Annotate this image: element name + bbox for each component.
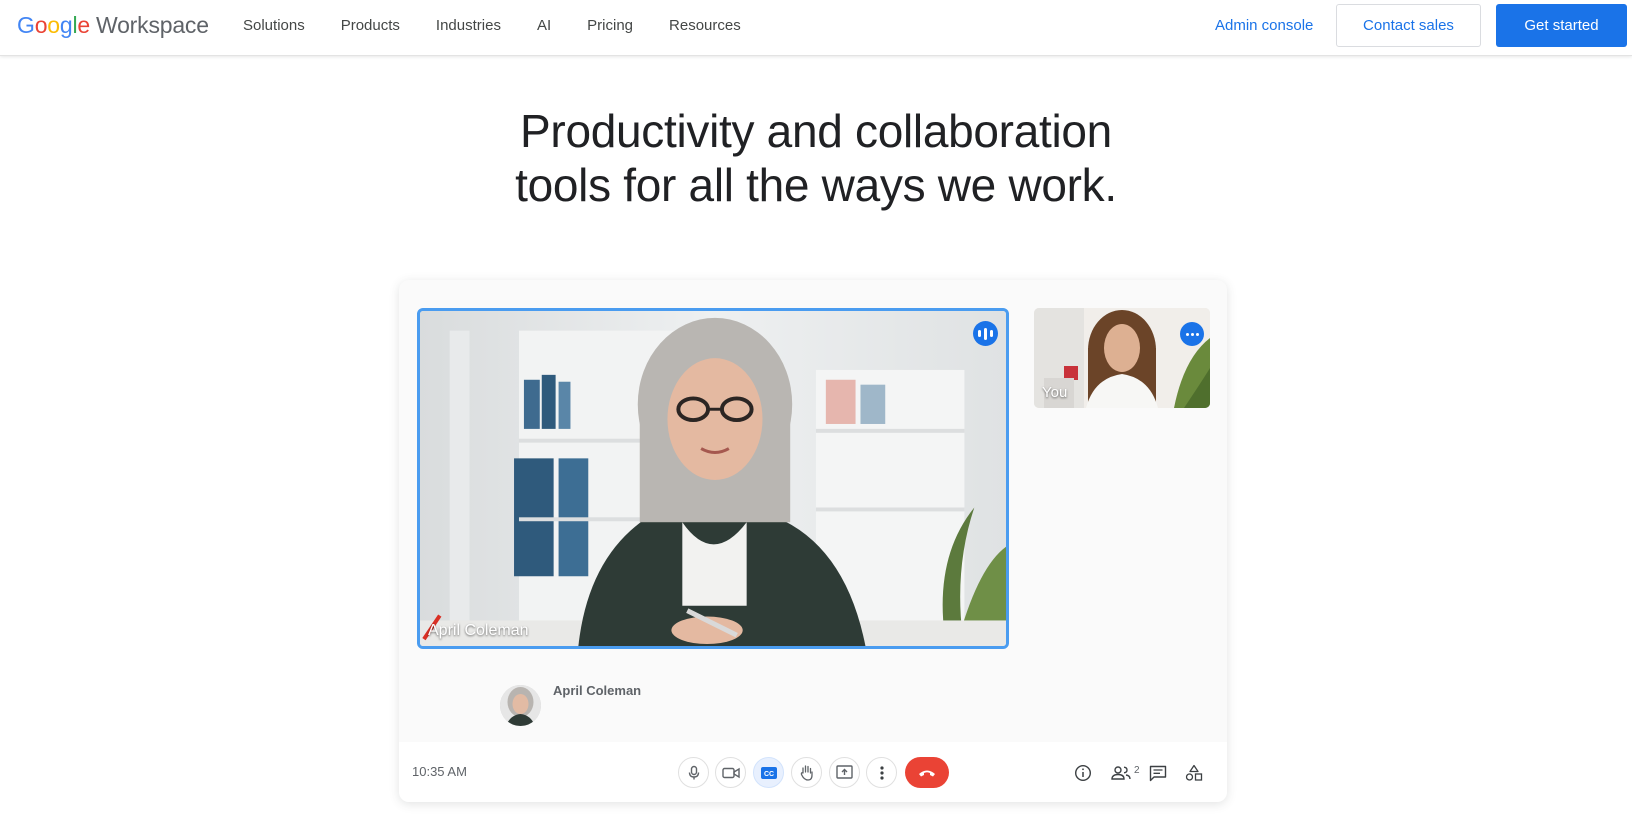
- camera-button[interactable]: [715, 757, 746, 788]
- google-workspace-logo[interactable]: Google Workspace: [17, 12, 209, 39]
- main-nav: Solutions Products Industries AI Pricing…: [243, 17, 777, 34]
- hangup-icon: [919, 770, 935, 776]
- main-video-tile[interactable]: April Coleman: [417, 308, 1009, 649]
- participants-count-badge: 2: [1134, 765, 1140, 776]
- workspace-logo-text: Workspace: [96, 12, 209, 38]
- hero-line-1: Productivity and collaboration: [520, 105, 1112, 157]
- more-options-icon[interactable]: [1180, 322, 1204, 346]
- people-button[interactable]: [1109, 761, 1133, 785]
- get-started-button[interactable]: Get started: [1496, 4, 1627, 47]
- hero-heading: Productivity and collaboration tools for…: [0, 104, 1632, 212]
- captions-button[interactable]: CC: [753, 757, 784, 788]
- caption-speaker-name: April Coleman: [553, 683, 642, 698]
- activities-button[interactable]: [1182, 761, 1206, 785]
- camera-icon: [721, 767, 740, 778]
- google-logo-text: Google: [17, 12, 90, 38]
- hero-line-2: tools for all the ways we work.: [515, 159, 1117, 211]
- main-participant-name: April Coleman: [428, 622, 529, 639]
- admin-console-link[interactable]: Admin console: [1215, 17, 1313, 34]
- nav-products[interactable]: Products: [341, 17, 400, 34]
- people-icon: [1111, 766, 1131, 780]
- nav-solutions[interactable]: Solutions: [243, 17, 305, 34]
- present-icon: [836, 765, 853, 779]
- avatar: [500, 685, 541, 726]
- info-button[interactable]: [1071, 761, 1095, 785]
- raise-hand-icon: [800, 765, 813, 781]
- mic-icon: [688, 765, 699, 779]
- top-header: Google Workspace Solutions Products Indu…: [0, 0, 1632, 56]
- chat-button[interactable]: [1146, 761, 1170, 785]
- main-video-image: [420, 311, 1006, 646]
- nav-ai[interactable]: AI: [537, 17, 551, 34]
- more-actions-button[interactable]: [866, 757, 897, 788]
- present-button[interactable]: [829, 757, 860, 788]
- speaking-indicator-icon: [973, 321, 998, 346]
- activities-icon: [1185, 764, 1203, 781]
- nav-pricing[interactable]: Pricing: [587, 17, 633, 34]
- more-vert-icon: [879, 765, 884, 780]
- raise-hand-button[interactable]: [791, 757, 822, 788]
- meet-demo-card: April Coleman You April Coleman 10:35 AM…: [399, 280, 1227, 802]
- info-icon: [1074, 764, 1092, 782]
- meeting-time: 10:35 AM: [412, 764, 467, 779]
- svg-text:CC: CC: [763, 771, 773, 778]
- mic-button[interactable]: [678, 757, 709, 788]
- chat-icon: [1149, 765, 1167, 781]
- nav-industries[interactable]: Industries: [436, 17, 501, 34]
- nav-resources[interactable]: Resources: [669, 17, 741, 34]
- self-label: You: [1042, 384, 1068, 401]
- self-video-tile[interactable]: You: [1034, 308, 1210, 408]
- caption-row: April Coleman: [500, 683, 642, 726]
- leave-call-button[interactable]: [905, 757, 949, 788]
- captions-icon: CC: [760, 766, 777, 779]
- meet-toolbar: 10:35 AM CC: [399, 742, 1227, 802]
- contact-sales-button[interactable]: Contact sales: [1336, 4, 1481, 47]
